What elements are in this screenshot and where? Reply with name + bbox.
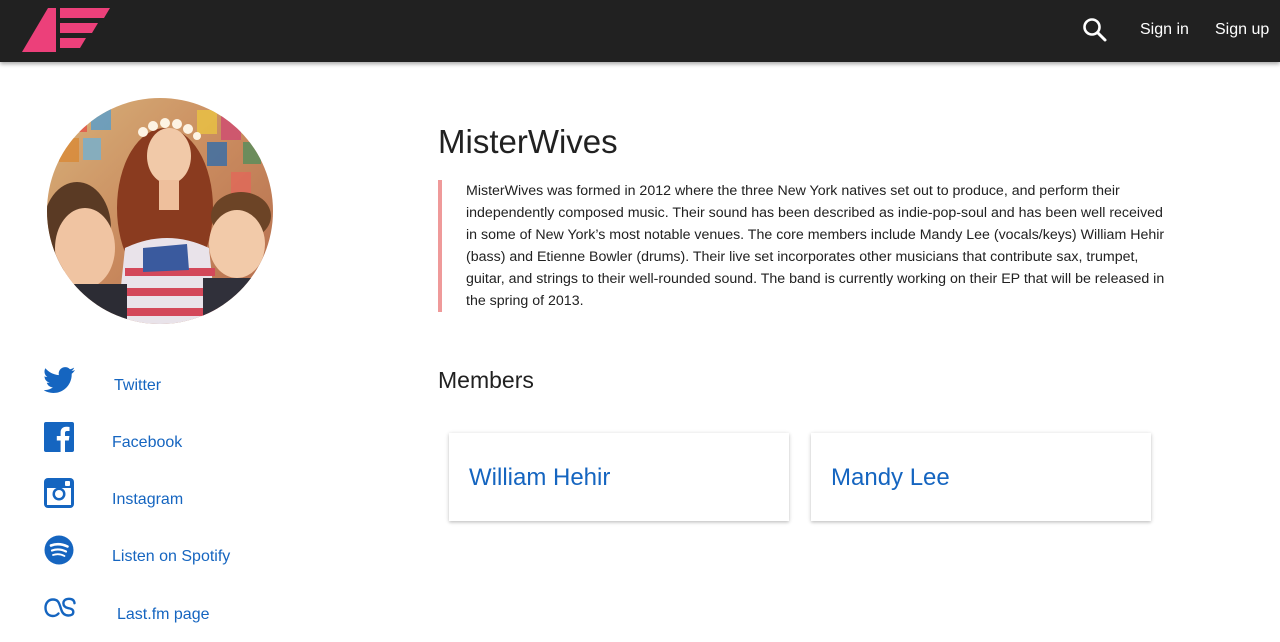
twitter-icon [43, 366, 76, 398]
instagram-link-label: Instagram [112, 491, 184, 508]
facebook-link-label: Facebook [112, 434, 183, 451]
lastfm-link-label: Last.fm page [117, 606, 210, 623]
artist-avatar [47, 98, 273, 324]
spotify-icon [44, 535, 76, 567]
artist-bio: MisterWives was formed in 2012 where the… [438, 180, 1168, 312]
member-card[interactable]: William Hehir [449, 433, 789, 521]
top-app-bar: Sign in Sign up [0, 0, 1280, 62]
spotify-link-label: Listen on Spotify [112, 548, 231, 565]
members-heading: Members [438, 367, 534, 393]
member-name: William Hehir [469, 464, 611, 491]
member-name: Mandy Lee [831, 464, 950, 491]
social-link-spotify[interactable]: Listen on Spotify [44, 535, 304, 571]
search-icon[interactable] [1082, 17, 1108, 43]
social-link-facebook[interactable]: Facebook [44, 422, 304, 458]
social-link-lastfm[interactable]: Last.fm page [44, 595, 304, 631]
member-card[interactable]: Mandy Lee [811, 433, 1151, 521]
twitter-link-label: Twitter [114, 377, 162, 394]
brand-logo-icon[interactable] [22, 8, 112, 54]
social-link-instagram[interactable]: Instagram [44, 478, 304, 514]
sign-in-link[interactable]: Sign in [1140, 20, 1189, 40]
artist-name-heading: MisterWives [438, 123, 618, 160]
facebook-icon [44, 422, 76, 454]
lastfm-icon [44, 595, 76, 627]
instagram-icon [44, 478, 76, 510]
social-link-twitter[interactable]: Twitter [43, 366, 304, 402]
artist-bio-text: MisterWives was formed in 2012 where the… [466, 183, 1165, 309]
sign-up-link[interactable]: Sign up [1215, 20, 1269, 40]
